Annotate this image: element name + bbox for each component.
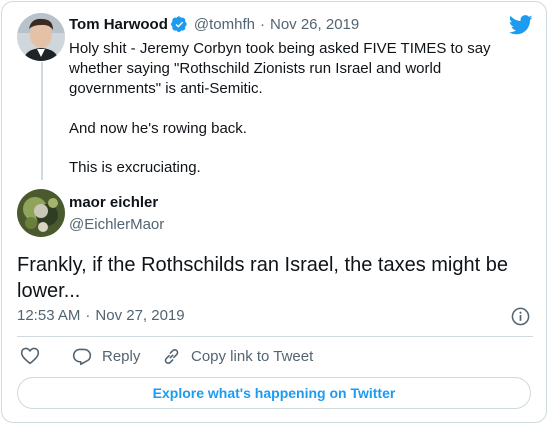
tweet-timestamp[interactable]: 12:53 AM · Nov 27, 2019 <box>17 307 185 324</box>
text-line: Frankly, if the Rothschilds ran Israel, … <box>17 254 508 276</box>
author-name[interactable]: maor eichler <box>69 194 158 211</box>
explore-label: Explore what's happening on Twitter <box>152 385 396 401</box>
text-line: Holy shit - Jeremy Corbyn took being ask… <box>69 40 491 57</box>
text-line: lower... <box>17 280 81 302</box>
quoted-tweet-text-2: And now he's rowing back. <box>69 120 247 137</box>
profile-photo <box>17 13 65 61</box>
like-button[interactable] <box>20 346 40 365</box>
twitter-bird-icon[interactable] <box>509 15 533 35</box>
avatar[interactable] <box>17 189 65 237</box>
profile-photo <box>17 189 65 237</box>
divider <box>17 336 533 337</box>
tweet-text: Frankly, if the Rothschilds ran Israel, … <box>17 252 531 304</box>
heart-icon <box>20 347 40 365</box>
author-handle[interactable]: @EichlerMaor <box>69 216 164 233</box>
separator-dot: · <box>259 16 265 33</box>
author-handle[interactable]: @tomhfh <box>194 16 255 33</box>
avatar[interactable] <box>17 13 65 61</box>
quoted-tweet-text: Holy shit - Jeremy Corbyn took being ask… <box>69 39 509 99</box>
copy-link-label: Copy link to Tweet <box>191 347 314 365</box>
copy-link-button[interactable]: Copy link to Tweet <box>162 346 313 366</box>
tweet-time: 12:53 AM <box>17 307 81 324</box>
reply-label: Reply <box>102 347 141 365</box>
quoted-tweet-text-3: This is excruciating. <box>69 159 201 176</box>
thread-connector-line <box>41 62 43 180</box>
tweet-date[interactable]: Nov 26, 2019 <box>270 16 359 33</box>
tweet-date: Nov 27, 2019 <box>95 307 185 324</box>
info-icon[interactable] <box>511 307 530 326</box>
reply-icon <box>72 348 92 365</box>
text-line: governments" is anti-Semitic. <box>69 80 263 97</box>
reply-button[interactable]: Reply <box>72 346 140 366</box>
link-icon <box>164 348 179 364</box>
verified-badge-icon <box>170 16 187 32</box>
author-name[interactable]: Tom Harwood <box>69 16 168 33</box>
separator-dot: · <box>85 307 91 324</box>
quoted-tweet-header: Tom Harwood @tomhfh · Nov 26, 2019 <box>69 16 359 33</box>
text-line: whether saying "Rothschild Zionists run … <box>69 60 442 77</box>
explore-twitter-button[interactable]: Explore what's happening on Twitter <box>17 377 531 409</box>
